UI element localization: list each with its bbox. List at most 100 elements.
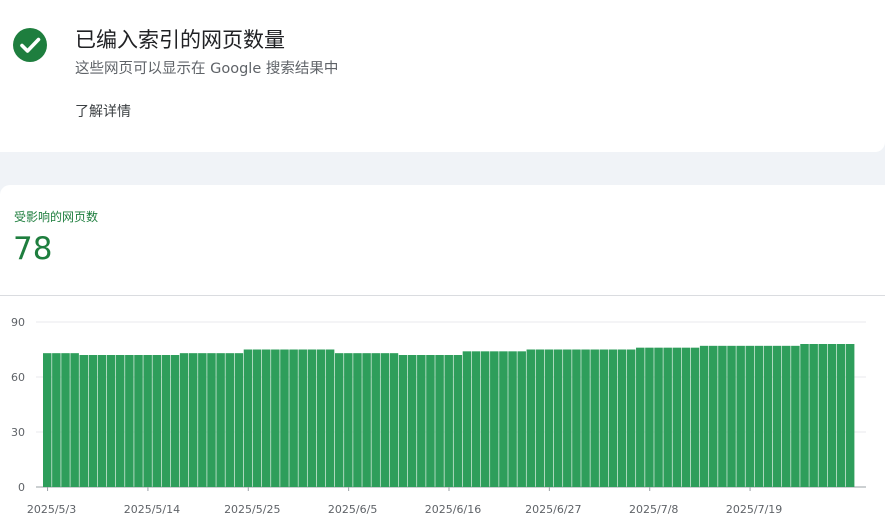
bar[interactable] (143, 355, 152, 487)
bar[interactable] (289, 349, 298, 488)
bar[interactable] (61, 353, 70, 487)
y-tick-label: 30 (11, 426, 25, 439)
x-tick-label: 2025/5/25 (224, 503, 280, 516)
bar[interactable] (389, 353, 399, 487)
bar[interactable] (572, 349, 581, 488)
bar[interactable] (672, 347, 682, 487)
bar[interactable] (645, 347, 654, 487)
bar[interactable] (444, 355, 453, 487)
bar[interactable] (307, 349, 317, 488)
bar[interactable] (88, 355, 98, 487)
bar[interactable] (234, 353, 244, 487)
bar[interactable] (261, 349, 271, 488)
bar[interactable] (526, 349, 536, 488)
x-tick-label: 2025/5/14 (124, 503, 180, 516)
bar[interactable] (125, 355, 134, 487)
bar[interactable] (344, 353, 353, 487)
bar[interactable] (563, 349, 572, 488)
bar[interactable] (517, 351, 526, 487)
bar[interactable] (170, 355, 180, 487)
bar[interactable] (800, 344, 809, 487)
bar[interactable] (398, 355, 408, 487)
bar[interactable] (617, 349, 627, 488)
bar[interactable] (43, 353, 52, 487)
bar[interactable] (544, 349, 554, 488)
bar[interactable] (763, 345, 773, 487)
bar[interactable] (70, 353, 79, 487)
bar[interactable] (626, 349, 636, 488)
bar[interactable] (836, 344, 846, 487)
bar[interactable] (480, 351, 490, 487)
bar[interactable] (161, 355, 171, 487)
x-tick-label: 2025/6/16 (425, 503, 481, 516)
bar[interactable] (471, 351, 481, 487)
bar[interactable] (535, 349, 545, 488)
bar[interactable] (599, 349, 609, 488)
bar[interactable] (407, 355, 417, 487)
bar[interactable] (499, 351, 508, 487)
bar[interactable] (280, 349, 289, 488)
bar[interactable] (490, 351, 499, 487)
bar[interactable] (334, 353, 344, 487)
bar[interactable] (252, 349, 262, 488)
chart-card: 受影响的网页数 78 0 30 60 90 2025/5/3 2025/5/14 2025/… (0, 185, 885, 527)
bar[interactable] (608, 349, 618, 488)
bar[interactable] (207, 353, 216, 487)
bar[interactable] (636, 347, 645, 487)
bar[interactable] (380, 353, 390, 487)
bar[interactable] (271, 349, 280, 488)
bar[interactable] (371, 353, 380, 487)
bar[interactable] (325, 349, 335, 488)
bar[interactable] (179, 353, 189, 487)
bar[interactable] (115, 355, 125, 487)
bar[interactable] (298, 349, 307, 488)
bar[interactable] (690, 347, 700, 487)
bar[interactable] (435, 355, 444, 487)
bar[interactable] (681, 347, 691, 487)
bar[interactable] (718, 345, 727, 487)
bar[interactable] (791, 345, 800, 487)
bar[interactable] (508, 351, 517, 487)
bar[interactable] (754, 345, 764, 487)
bar[interactable] (453, 355, 463, 487)
page-title: 已编入索引的网页数量 (75, 28, 285, 52)
bar[interactable] (845, 344, 855, 487)
bar[interactable] (590, 349, 599, 488)
bar[interactable] (198, 353, 207, 487)
bar[interactable] (782, 345, 791, 487)
bar[interactable] (106, 355, 116, 487)
bar[interactable] (581, 349, 590, 488)
x-tick-label: 2025/7/8 (629, 503, 678, 516)
bar[interactable] (709, 345, 718, 487)
learn-more-link[interactable]: 了解详情 (75, 101, 131, 121)
bar[interactable] (362, 353, 371, 487)
bar[interactable] (772, 345, 782, 487)
bar[interactable] (152, 355, 161, 487)
bar[interactable] (663, 347, 672, 487)
bar[interactable] (216, 353, 225, 487)
bar[interactable] (426, 355, 435, 487)
bar[interactable] (654, 347, 663, 487)
bar[interactable] (809, 344, 818, 487)
bar[interactable] (353, 353, 362, 487)
bar[interactable] (97, 355, 107, 487)
bar[interactable] (316, 349, 326, 488)
bar[interactable] (225, 353, 234, 487)
bar[interactable] (553, 349, 563, 488)
bar[interactable] (134, 355, 143, 487)
bar[interactable] (243, 349, 253, 488)
bar[interactable] (745, 345, 755, 487)
bar[interactable] (52, 353, 61, 487)
bar[interactable] (462, 351, 472, 487)
bar[interactable] (727, 345, 736, 487)
bar[interactable] (818, 344, 828, 487)
bar[interactable] (827, 344, 837, 487)
page-subtitle: 这些网页可以显示在 Google 搜索结果中 (75, 61, 339, 77)
bar[interactable] (736, 345, 745, 487)
x-tick-label: 2025/5/3 (27, 503, 76, 516)
y-tick-label: 60 (11, 371, 25, 384)
bar[interactable] (79, 355, 89, 487)
bar[interactable] (699, 345, 709, 487)
bar[interactable] (417, 355, 426, 487)
bar[interactable] (188, 353, 198, 487)
